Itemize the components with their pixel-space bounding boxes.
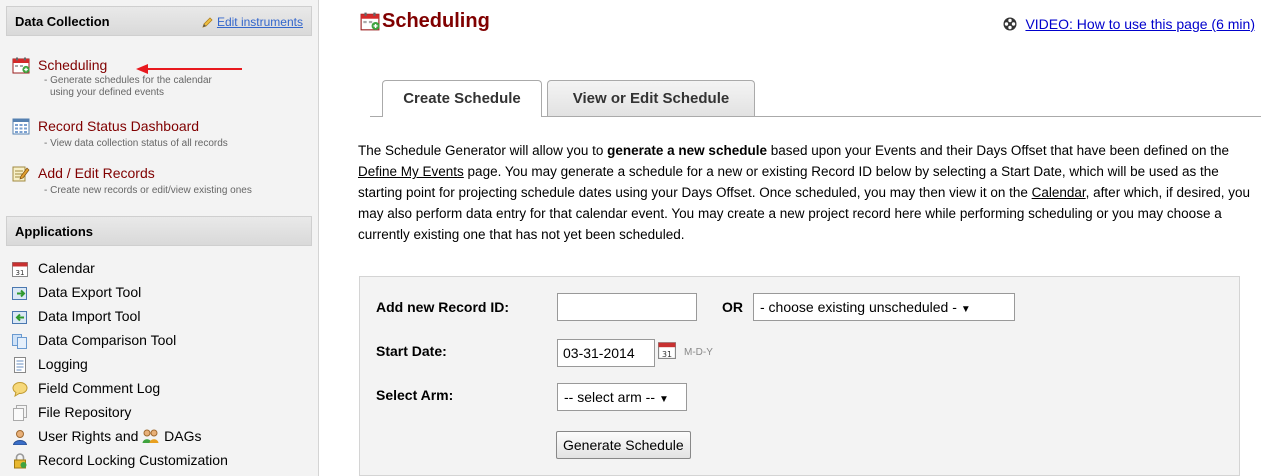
date-format-hint: M-D-Y (684, 347, 713, 358)
video-link[interactable]: VIDEO: How to use this page (6 min) (1003, 16, 1255, 32)
annotation-arrow-icon (136, 64, 242, 74)
tab-create-schedule[interactable]: Create Schedule (382, 80, 542, 117)
sidebar-item-desc: - Create new records or edit/view existi… (44, 185, 252, 196)
select-arm-dropdown[interactable]: -- select arm -- ▼ (557, 383, 687, 411)
sidebar-item-label[interactable]: Field Comment Log (38, 380, 160, 396)
tab-view-edit-schedule[interactable]: View or Edit Schedule (547, 80, 755, 116)
sidebar-item-label[interactable]: Add / Edit Records (38, 165, 155, 181)
dropdown-caret-icon: ▼ (960, 304, 971, 315)
sidebar-item-label[interactable]: Data Export Tool (38, 284, 141, 300)
svg-text:31: 31 (16, 269, 25, 277)
film-reel-icon (1003, 17, 1017, 31)
sidebar-item-label[interactable]: Record Locking Customization (38, 452, 228, 468)
select-arm-label: Select Arm: (376, 387, 454, 403)
intro-bold: generate a new schedule (607, 143, 767, 158)
import-icon (12, 311, 27, 324)
sidebar-item-desc: - Generate schedules for the calendar (44, 75, 212, 86)
comment-icon (12, 382, 28, 397)
edit-instruments-label[interactable]: Edit instruments (217, 15, 303, 29)
start-date-label: Start Date: (376, 343, 447, 359)
sidebar-item-label[interactable]: File Repository (38, 404, 131, 420)
sidebar-item-desc: - View data collection status of all rec… (44, 138, 228, 149)
sidebar-item-label[interactable]: Data Import Tool (38, 308, 140, 324)
schedule-form: Add new Record ID: OR - choose existing … (359, 276, 1240, 476)
dashboard-icon (12, 118, 30, 135)
scheduling-icon (12, 57, 30, 74)
sidebar-item-label[interactable]: Calendar (38, 260, 95, 276)
sidebar-item-label[interactable]: User Rights and DAGs (38, 428, 202, 444)
sidebar-item-label[interactable]: Record Status Dashboard (38, 118, 199, 134)
sidebar: Data Collection Edit instruments Schedul… (0, 0, 319, 476)
tab-label[interactable]: Create Schedule (403, 90, 521, 107)
data-collection-header: Data Collection Edit instruments (6, 6, 312, 36)
intro-text-part: The Schedule Generator will allow you to (358, 143, 608, 158)
file-icon (13, 405, 27, 421)
calendar-picker-icon[interactable]: 31 (658, 341, 676, 359)
tab-label[interactable]: View or Edit Schedule (573, 90, 729, 107)
data-collection-title: Data Collection (15, 14, 110, 29)
sidebar-item-desc: using your defined events (50, 87, 164, 98)
calendar-icon: 31 (12, 262, 28, 277)
main-content: Scheduling VIDEO: How to use this page (… (340, 0, 1261, 476)
record-id-input[interactable] (557, 293, 697, 321)
and-label: and (115, 428, 139, 444)
page-title: Scheduling (382, 10, 490, 32)
user-rights-label[interactable]: User Rights (38, 428, 111, 444)
edit-instruments-link[interactable]: Edit instruments (202, 15, 303, 29)
dropdown-caret-icon: ▼ (659, 394, 669, 405)
intro-text: The Schedule Generator will allow you to… (358, 140, 1253, 245)
log-icon (14, 357, 26, 373)
group-icon (142, 429, 159, 443)
edit-records-icon (12, 166, 30, 182)
sidebar-item-label[interactable]: Data Comparison Tool (38, 332, 176, 348)
or-label: OR (722, 299, 743, 315)
compare-icon (12, 334, 27, 349)
applications-title: Applications (15, 224, 94, 239)
video-link-label[interactable]: VIDEO: How to use this page (6 min) (1025, 16, 1255, 32)
scheduling-icon (360, 12, 380, 31)
sidebar-item-label[interactable]: Scheduling (38, 57, 107, 73)
export-icon (12, 287, 27, 300)
generate-schedule-button[interactable]: Generate Schedule (556, 431, 691, 459)
dags-label[interactable]: DAGs (164, 428, 201, 444)
record-id-label: Add new Record ID: (376, 299, 510, 315)
existing-record-select[interactable]: - choose existing unscheduled - ▼ (753, 293, 1015, 321)
start-date-input[interactable] (557, 339, 655, 367)
user-icon (12, 430, 28, 445)
intro-text-part: based upon your Events and their Days Of… (766, 143, 1230, 158)
sidebar-item-label[interactable]: Logging (38, 356, 88, 372)
pencil-icon (202, 17, 213, 28)
calendar-link[interactable]: Calendar (1032, 185, 1086, 200)
existing-record-select-value: - choose existing unscheduled - (760, 299, 957, 315)
svg-text:31: 31 (662, 350, 672, 359)
lock-icon (14, 453, 27, 469)
define-my-events-link[interactable]: Define My Events (358, 164, 464, 179)
select-arm-value: -- select arm -- (564, 389, 655, 405)
applications-header: Applications (6, 216, 312, 246)
